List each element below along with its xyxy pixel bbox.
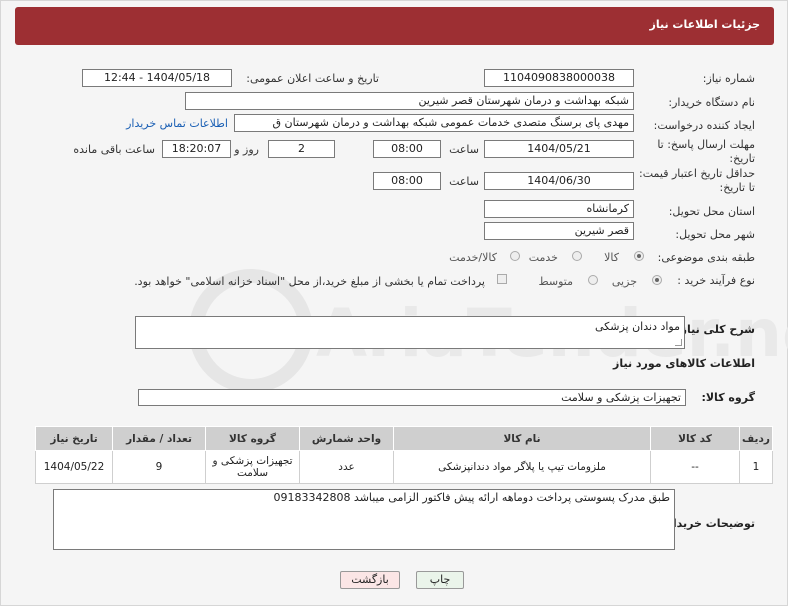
cell-group: تجهیزات پزشکی و سلامت [205, 450, 300, 484]
price-validity-label: حداقل تاریخ اعتبار قیمت: تا تاریخ: [639, 167, 755, 194]
buyer-contact-link[interactable]: اطلاعات تماس خریدار [126, 117, 228, 130]
cell-code: -- [650, 450, 740, 484]
page-title: جزئیات اطلاعات نیاز [649, 18, 761, 31]
col-group-header: گروه کالا [205, 426, 300, 451]
days-field: 2 [268, 140, 335, 158]
treasury-payment-checkbox[interactable] [497, 274, 507, 284]
page-frame: جزئیات اطلاعات نیاز AriaTender.net شماره… [0, 0, 788, 606]
process-partial-radio[interactable] [652, 275, 662, 285]
cell-name: ملزومات تیپ یا پلاگر مواد دندانپزشکی [393, 450, 651, 484]
need-number-label: شماره نیاز: [702, 72, 755, 85]
category-service-label: خدمت [528, 251, 558, 264]
creator-field: مهدی پای برسنگ متصدی خدمات عمومی شبکه به… [234, 114, 634, 132]
category-both-radio[interactable] [510, 251, 520, 261]
deadline-label: مهلت ارسال پاسخ: تا تاریخ: [657, 138, 755, 165]
remaining-time-field: 18:20:07 [162, 140, 231, 158]
deadline-date-field: 1404/05/21 [484, 140, 634, 158]
buyer-notes-field: طبق مدرک پسوستی پرداخت دوماهه ارائه پیش … [53, 489, 675, 550]
deadline-time-label: ساعت [449, 143, 479, 156]
process-partial-label: جزیی [611, 275, 637, 288]
province-label: استان محل تحویل: [668, 205, 755, 218]
creator-label: ایجاد کننده درخواست: [653, 119, 755, 132]
back-button[interactable]: بازگشت [340, 571, 400, 589]
goods-group-label: گروه کالا: [701, 391, 755, 404]
cell-unit: عدد [299, 450, 394, 484]
summary-label: شرح کلی نیاز: [676, 323, 755, 336]
table-header-row: ردیف کد کالا نام کالا واحد شمارش گروه کا… [35, 426, 773, 451]
category-goods-radio[interactable] [634, 251, 644, 261]
category-service-radio[interactable] [572, 251, 582, 261]
announce-field: 1404/05/18 - 12:44 [82, 69, 232, 87]
buyer-notes-label: توضیحات خریدار: [662, 517, 755, 530]
announce-label: تاریخ و ساعت اعلان عمومی: [246, 72, 379, 85]
goods-group-field: تجهیزات پزشکی و سلامت [138, 389, 686, 406]
province-field: کرمانشاه [484, 200, 634, 218]
category-both-label: کالا/خدمت [449, 251, 497, 264]
days-label: روز و [234, 143, 259, 156]
table-row: 1 -- ملزومات تیپ یا پلاگر مواد دندانپزشک… [35, 450, 773, 484]
need-number-field: 1104090838000038 [484, 69, 634, 87]
deadline-time-field: 08:00 [373, 140, 441, 158]
price-time-field: 08:00 [373, 172, 441, 190]
col-qty-header: تعداد / مقدار [112, 426, 206, 451]
print-button[interactable]: چاپ [416, 571, 464, 589]
col-date-header: تاریخ نیاز [35, 426, 113, 451]
remaining-label: ساعت باقی مانده [73, 143, 155, 156]
goods-table: ردیف کد کالا نام کالا واحد شمارش گروه کا… [35, 426, 773, 484]
col-row-header: ردیف [739, 426, 773, 451]
col-code-header: کد کالا [650, 426, 740, 451]
summary-field: مواد دندان پزشکی [135, 316, 685, 349]
category-goods-label: کالا [604, 251, 619, 264]
city-field: قصر شیرین [484, 222, 634, 240]
cell-row: 1 [739, 450, 773, 484]
buyer-org-field: شبکه بهداشت و درمان شهرستان قصر شیرین [185, 92, 634, 110]
process-medium-radio[interactable] [588, 275, 598, 285]
category-label: طبقه بندی موضوعی: [657, 251, 755, 264]
col-name-header: نام کالا [393, 426, 651, 451]
buyer-org-label: نام دستگاه خریدار: [668, 96, 755, 109]
price-date-field: 1404/06/30 [484, 172, 634, 190]
col-unit-header: واحد شمارش [299, 426, 394, 451]
cell-qty: 9 [112, 450, 206, 484]
process-label: نوع فرآیند خرید : [677, 274, 755, 287]
goods-section-title: اطلاعات کالاهای مورد نیاز [613, 357, 755, 370]
page-header: جزئیات اطلاعات نیاز [15, 7, 774, 45]
cell-date: 1404/05/22 [35, 450, 113, 484]
treasury-payment-note: پرداخت تمام یا بخشی از مبلغ خرید،از محل … [134, 275, 485, 288]
city-label: شهر محل تحویل: [675, 228, 755, 241]
process-medium-label: متوسط [538, 275, 573, 288]
price-time-label: ساعت [449, 175, 479, 188]
